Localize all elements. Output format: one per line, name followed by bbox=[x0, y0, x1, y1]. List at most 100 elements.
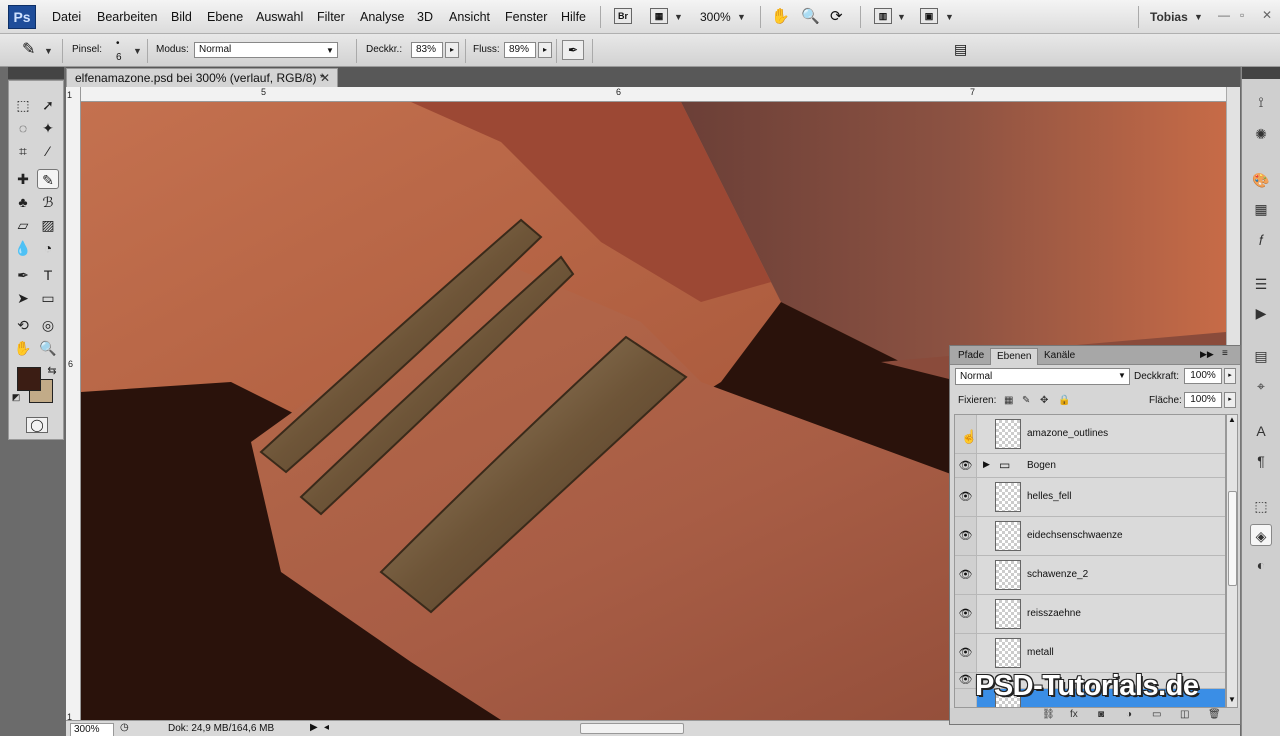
tab-pfade[interactable]: Pfade bbox=[952, 348, 990, 365]
link-layers-icon[interactable]: ⛓ bbox=[1042, 709, 1055, 720]
marquee-tool-icon[interactable]: ⬚ bbox=[12, 95, 34, 115]
visibility-toggle[interactable]: 👁 bbox=[955, 673, 977, 688]
fill-slider[interactable]: ▸ bbox=[1224, 392, 1236, 408]
minimize-icon[interactable]: — bbox=[1218, 8, 1230, 22]
arrange-documents-icon[interactable]: ▥ bbox=[874, 8, 892, 24]
new-group-icon[interactable]: ▭ bbox=[1152, 709, 1161, 720]
chevron-down-icon[interactable]: ▼ bbox=[133, 46, 142, 56]
status-info-icon[interactable]: ◷ bbox=[120, 722, 129, 733]
panel-menu-icon[interactable]: ≡ bbox=[1222, 348, 1228, 359]
layer-row[interactable]: 👁 helles_fell bbox=[955, 478, 1225, 517]
layer-blend-mode-select[interactable]: Normal bbox=[955, 368, 1130, 385]
scroll-left-icon[interactable]: ◂ bbox=[324, 722, 329, 733]
layer-row[interactable]: 👁 reisszaehne bbox=[955, 595, 1225, 634]
3d-rotate-icon[interactable]: ⟲ bbox=[12, 315, 34, 335]
move-tool-icon[interactable]: ➚ bbox=[37, 95, 59, 115]
new-layer-icon[interactable]: ◫ bbox=[1180, 709, 1189, 720]
add-mask-icon[interactable]: ◙ bbox=[1098, 709, 1104, 720]
user-menu[interactable]: Tobias bbox=[1150, 10, 1188, 24]
hand-tool-icon[interactable]: ✋ bbox=[12, 338, 34, 358]
3d-camera-icon[interactable]: ◎ bbox=[37, 315, 59, 335]
menu-filter[interactable]: Filter bbox=[317, 10, 345, 24]
visibility-toggle[interactable]: 👁 bbox=[955, 634, 977, 672]
eraser-icon[interactable]: ▱ bbox=[12, 215, 34, 235]
visibility-toggle[interactable]: ☝ bbox=[955, 415, 977, 453]
layer-row[interactable]: 👁 eidechsenschwaenze bbox=[955, 517, 1225, 556]
status-zoom-input[interactable]: 300% bbox=[70, 723, 114, 736]
brush-panel-icon[interactable]: ⟟ bbox=[1250, 91, 1272, 113]
close-icon[interactable]: ✕ bbox=[1262, 8, 1272, 22]
chevron-down-icon[interactable]: ▼ bbox=[945, 12, 954, 22]
airbrush-icon[interactable]: ✒ bbox=[562, 40, 584, 60]
menu-ebene[interactable]: Ebene bbox=[207, 10, 243, 24]
path-selection-icon[interactable]: ➤ bbox=[12, 288, 34, 308]
layer-row[interactable]: 👁 schawenze_2 bbox=[955, 556, 1225, 595]
healing-brush-icon[interactable]: ✚ bbox=[12, 169, 34, 189]
hand-tool-icon[interactable]: ✋ bbox=[771, 7, 790, 25]
flow-slider-button[interactable]: ▸ bbox=[538, 42, 552, 58]
visibility-toggle[interactable]: 👁 bbox=[955, 556, 977, 594]
chevron-down-icon[interactable]: ▼ bbox=[674, 12, 683, 22]
chevron-down-icon[interactable]: ▼ bbox=[1118, 371, 1126, 380]
ruler-horizontal[interactable]: 5 6 7 bbox=[66, 87, 1226, 102]
opacity-input[interactable]: 83% bbox=[411, 42, 443, 58]
fill-input[interactable]: 100% bbox=[1184, 392, 1222, 408]
clone-stamp-icon[interactable]: ♣ bbox=[12, 192, 34, 212]
close-icon[interactable]: ✕ bbox=[320, 71, 330, 85]
view-extras-icon[interactable]: ▦ bbox=[650, 8, 668, 24]
history-brush-icon[interactable]: ℬ bbox=[37, 192, 59, 212]
layer-list-scrollbar[interactable]: ▲ ▼ bbox=[1226, 414, 1238, 708]
menu-ansicht[interactable]: Ansicht bbox=[449, 10, 490, 24]
histogram-icon[interactable]: ▤ bbox=[1250, 345, 1272, 367]
lasso-tool-icon[interactable]: ◌ bbox=[12, 118, 34, 138]
lock-position-icon[interactable]: ✥ bbox=[1040, 395, 1048, 406]
layer-list-scroll-thumb[interactable] bbox=[1228, 491, 1237, 586]
brush-panel-icon[interactable]: ▤ bbox=[954, 41, 967, 58]
blur-tool-icon[interactable]: 💧 bbox=[12, 238, 34, 258]
brush-size[interactable]: 6 bbox=[116, 52, 122, 63]
chevron-down-icon[interactable]: ▼ bbox=[44, 46, 53, 56]
menu-auswahl[interactable]: Auswahl bbox=[256, 10, 303, 24]
quick-mask-icon[interactable]: ◯ bbox=[26, 417, 48, 433]
lock-pixels-icon[interactable]: ✎ bbox=[1022, 395, 1030, 406]
clone-source-icon[interactable]: ✺ bbox=[1250, 123, 1272, 145]
menu-analyse[interactable]: Analyse bbox=[360, 10, 404, 24]
tab-kanaele[interactable]: Kanäle bbox=[1038, 348, 1081, 365]
document-tab[interactable]: elfenamazone.psd bei 300% (verlauf, RGB/… bbox=[66, 68, 338, 87]
lock-all-icon[interactable]: 🔒 bbox=[1058, 395, 1070, 406]
layer-style-fx-icon[interactable]: fx bbox=[1070, 709, 1078, 720]
delete-layer-icon[interactable]: 🗑 bbox=[1208, 709, 1221, 720]
crop-tool-icon[interactable]: ⌗ bbox=[12, 141, 34, 161]
adjustments-icon[interactable]: ☰ bbox=[1250, 273, 1272, 295]
channels-panel-icon[interactable]: ◐ bbox=[1250, 554, 1272, 576]
paragraph-panel-icon[interactable]: ¶ bbox=[1250, 450, 1272, 472]
layer-opacity-slider[interactable]: ▸ bbox=[1224, 368, 1236, 384]
chevron-down-icon[interactable]: ▼ bbox=[737, 12, 746, 22]
horizontal-scrollbar-thumb[interactable] bbox=[580, 723, 684, 734]
gradient-tool-icon[interactable]: ▨ bbox=[37, 215, 59, 235]
layer-row[interactable]: 👁 metall bbox=[955, 634, 1225, 673]
info-panel-icon[interactable]: ⌖ bbox=[1250, 375, 1272, 397]
ruler-vertical[interactable]: 1 6 1 bbox=[66, 87, 81, 722]
flow-input[interactable]: 89% bbox=[504, 42, 536, 58]
menu-fenster[interactable]: Fenster bbox=[505, 10, 547, 24]
brush-preset-icon[interactable]: ✎ bbox=[22, 39, 35, 59]
swap-colors-icon[interactable]: ⇆ bbox=[41, 361, 63, 381]
visibility-toggle[interactable]: 👁 bbox=[955, 595, 977, 633]
zoom-tool-icon[interactable]: 🔍 bbox=[37, 338, 59, 358]
menu-datei[interactable]: Datei bbox=[52, 10, 81, 24]
scroll-up-icon[interactable]: ▲ bbox=[1228, 415, 1236, 424]
eyedropper-icon[interactable]: ⁄ bbox=[37, 141, 59, 161]
menu-bild[interactable]: Bild bbox=[171, 10, 192, 24]
expand-group-icon[interactable]: ▶ bbox=[983, 459, 990, 470]
screen-mode-icon[interactable]: ▣ bbox=[920, 8, 938, 24]
default-colors-icon[interactable]: ◩ bbox=[9, 387, 23, 407]
lock-transparency-icon[interactable]: ▦ bbox=[1004, 395, 1013, 406]
visibility-toggle[interactable] bbox=[955, 689, 977, 707]
menu-hilfe[interactable]: Hilfe bbox=[561, 10, 586, 24]
chevron-down-icon[interactable]: ▼ bbox=[897, 12, 906, 22]
layers-panel-icon[interactable]: ◈ bbox=[1250, 524, 1272, 546]
menu-bearbeiten[interactable]: Bearbeiten bbox=[97, 10, 157, 24]
mode-select[interactable]: Normal bbox=[194, 42, 338, 58]
zoom-level-select[interactable]: 300% bbox=[700, 10, 731, 24]
